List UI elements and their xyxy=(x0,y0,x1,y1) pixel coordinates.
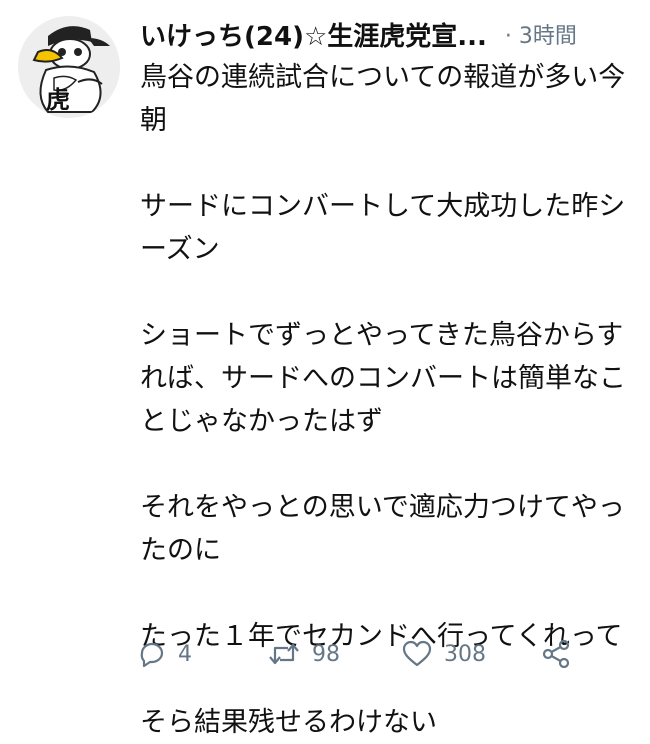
action-bar: 4 98 308 xyxy=(138,634,598,674)
retweet-button[interactable]: 98 xyxy=(268,640,402,668)
share-button[interactable] xyxy=(542,640,582,668)
tweet-header: いけっち(24)☆生涯虎党宣... · 3時間 xyxy=(140,14,640,54)
avatar-kanji: 虎 xyxy=(46,86,70,114)
avatar[interactable]: 虎 xyxy=(18,16,120,118)
tweet-paragraph: ショートでずっとやってきた鳥谷からすれば、サードへのコンバートは簡単なことじゃな… xyxy=(140,320,626,437)
tweet-paragraph: それをやっとの思いで適応力つけてやったのに xyxy=(140,492,625,566)
tweet-paragraph: そら結果残せるわけない xyxy=(140,707,437,738)
like-button[interactable]: 308 xyxy=(402,640,542,668)
timestamp[interactable]: · 3時間 xyxy=(505,18,577,50)
reply-count: 4 xyxy=(178,641,192,667)
display-name[interactable]: いけっち(24)☆生涯虎党宣... xyxy=(140,16,487,53)
share-icon xyxy=(542,640,570,668)
tweet[interactable]: 虎 いけっち(24)☆生涯虎党宣... · 3時間 鳥谷の連続試合についての報道… xyxy=(0,0,650,738)
duck-tiger-avatar-icon: 虎 xyxy=(18,16,120,118)
reply-icon xyxy=(140,642,164,668)
heart-icon xyxy=(402,640,432,667)
like-count: 308 xyxy=(444,641,486,667)
reply-button[interactable]: 4 xyxy=(138,640,268,668)
retweet-count: 98 xyxy=(312,641,340,667)
retweet-icon xyxy=(269,643,299,665)
tweet-paragraph: 鳥谷の連続試合についての報道が多い今朝 xyxy=(140,62,626,136)
tweet-paragraph: サードにコンバートして大成功した昨シーズン xyxy=(140,191,626,265)
